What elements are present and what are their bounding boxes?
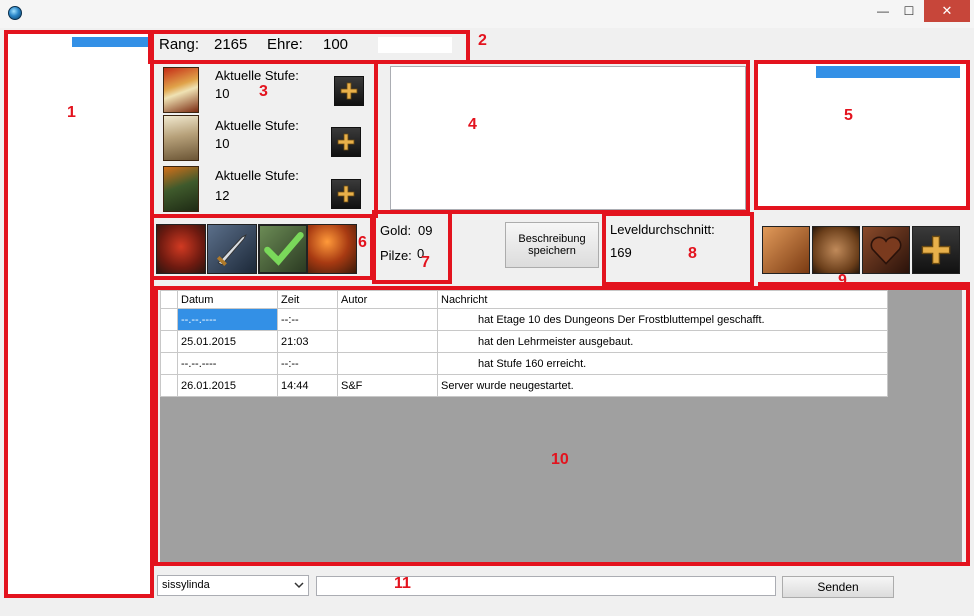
column-header-nachricht-label: Nachricht bbox=[441, 293, 488, 306]
hand-icon[interactable] bbox=[762, 226, 810, 274]
annotation-4: 4 bbox=[468, 116, 477, 133]
table-row[interactable]: --.--.---- --:-- hat Stufe 160 erreicht. bbox=[160, 352, 888, 375]
stufe-plus-button-3[interactable] bbox=[331, 179, 361, 209]
stufe-value-3: 12 bbox=[215, 188, 230, 203]
level-average-value: 169 bbox=[610, 245, 632, 260]
rang-label: Rang: bbox=[159, 36, 200, 53]
column-header-zeit[interactable]: Zeit bbox=[277, 290, 338, 309]
annotation-5: 5 bbox=[844, 107, 853, 124]
description-textarea[interactable] bbox=[390, 66, 746, 210]
table-row[interactable]: --.--.---- --:-- hat Etage 10 des Dungeo… bbox=[160, 308, 888, 331]
annotation-1: 1 bbox=[67, 104, 76, 121]
annotation-11: 11 bbox=[394, 575, 411, 592]
left-list-selected-item[interactable] bbox=[72, 37, 148, 47]
annotation-2: 2 bbox=[478, 32, 487, 49]
pilze-label: Pilze: bbox=[380, 248, 412, 263]
potato-face-icon[interactable] bbox=[812, 226, 860, 274]
table-cell-datum[interactable]: --.--.---- bbox=[177, 352, 278, 375]
column-header-datum[interactable]: Datum bbox=[177, 290, 278, 309]
message-input[interactable] bbox=[316, 576, 776, 596]
user-select[interactable]: sissylinda bbox=[157, 575, 309, 596]
gold-value: 09 bbox=[418, 223, 433, 238]
table-row[interactable]: 25.01.2015 21:03 hat den Lehrmeister aus… bbox=[160, 330, 888, 353]
annotation-10: 10 bbox=[551, 451, 569, 468]
plus-cross-icon bbox=[337, 133, 355, 151]
level-average-label: Leveldurchschnitt: bbox=[610, 222, 715, 237]
maximize-button[interactable]: ☐ bbox=[896, 0, 922, 22]
column-header-autor-label: Autor bbox=[341, 293, 368, 306]
table-cell-zeit[interactable]: 14:44 bbox=[277, 374, 338, 397]
user-select-value: sissylinda bbox=[162, 579, 210, 591]
fire-warrior-portrait-icon bbox=[163, 166, 199, 212]
checkmark-shield-icon[interactable] bbox=[258, 224, 308, 274]
stufe-label-3: Aktuelle Stufe: bbox=[215, 168, 299, 183]
column-header-zeit-label: Zeit bbox=[281, 293, 300, 306]
table-cell-autor[interactable] bbox=[337, 308, 438, 331]
rank-name-field bbox=[378, 37, 452, 53]
table-cell-zeit[interactable]: --:-- bbox=[277, 352, 338, 375]
stufe-label-1: Aktuelle Stufe: bbox=[215, 68, 299, 83]
column-header-autor[interactable]: Autor bbox=[337, 290, 438, 309]
app-globe-icon bbox=[8, 6, 22, 20]
resources-panel bbox=[372, 210, 452, 284]
row-header[interactable] bbox=[160, 352, 178, 375]
annotation-7: 7 bbox=[421, 254, 430, 271]
table-cell-datum[interactable]: --.--.---- bbox=[177, 308, 278, 331]
row-header-corner bbox=[160, 290, 178, 309]
left-list-panel[interactable] bbox=[4, 30, 154, 598]
table-cell-autor[interactable]: S&F bbox=[337, 374, 438, 397]
bald-monster-portrait-icon bbox=[163, 115, 199, 161]
monster-icon[interactable] bbox=[156, 224, 206, 274]
stufe-plus-button-2[interactable] bbox=[331, 127, 361, 157]
close-button[interactable]: ✕ bbox=[924, 0, 970, 22]
heart-icon[interactable] bbox=[862, 226, 910, 274]
rang-value: 2165 bbox=[214, 36, 248, 53]
table-cell-nachricht[interactable]: hat Stufe 160 erreicht. bbox=[437, 352, 888, 375]
sword-icon[interactable] bbox=[207, 224, 257, 274]
table-row[interactable]: 26.01.2015 14:44 S&F Server wurde neuges… bbox=[160, 374, 888, 397]
ehre-value: 100 bbox=[323, 36, 349, 53]
send-button-label: Senden bbox=[817, 580, 859, 594]
save-description-label-1: Beschreibung bbox=[518, 233, 586, 245]
minimize-button[interactable]: — bbox=[872, 0, 894, 22]
annotation-8: 8 bbox=[688, 245, 697, 262]
annotation-6: 6 bbox=[358, 234, 367, 251]
torch-icon[interactable] bbox=[307, 224, 357, 274]
table-cell-nachricht[interactable]: Server wurde neugestartet. bbox=[437, 374, 888, 397]
right-list-panel[interactable] bbox=[754, 60, 970, 210]
stufe-plus-button-1[interactable] bbox=[334, 76, 364, 106]
save-description-button[interactable]: Beschreibung speichern bbox=[505, 222, 599, 268]
grid-header-row: Datum Zeit Autor Nachricht bbox=[160, 290, 888, 309]
gold-label: Gold: bbox=[380, 223, 412, 238]
row-header[interactable] bbox=[160, 374, 178, 397]
red-warrior-portrait-icon bbox=[163, 67, 199, 113]
plus-cross-icon bbox=[337, 185, 355, 203]
row-header[interactable] bbox=[160, 308, 178, 331]
stufe-value-2: 10 bbox=[215, 136, 230, 151]
plus-cross-icon bbox=[340, 82, 358, 100]
column-header-datum-label: Datum bbox=[181, 293, 214, 306]
row-header[interactable] bbox=[160, 330, 178, 353]
stufe-label-2: Aktuelle Stufe: bbox=[215, 118, 299, 133]
table-cell-zeit[interactable]: 21:03 bbox=[277, 330, 338, 353]
table-cell-zeit[interactable]: --:-- bbox=[277, 308, 338, 331]
send-button[interactable]: Senden bbox=[782, 576, 894, 598]
chevron-down-icon bbox=[294, 582, 304, 589]
table-cell-datum[interactable]: 25.01.2015 bbox=[177, 330, 278, 353]
right-list-selected-item[interactable] bbox=[816, 66, 960, 78]
table-cell-autor[interactable] bbox=[337, 330, 438, 353]
table-cell-datum[interactable]: 26.01.2015 bbox=[177, 374, 278, 397]
save-description-label-2: speichern bbox=[528, 245, 576, 257]
table-cell-nachricht[interactable]: hat Etage 10 des Dungeons Der Frostblutt… bbox=[437, 308, 888, 331]
table-cell-autor[interactable] bbox=[337, 352, 438, 375]
stufe-value-1: 10 bbox=[215, 86, 230, 101]
column-header-nachricht[interactable]: Nachricht bbox=[437, 290, 888, 309]
news-grid[interactable]: Datum Zeit Autor Nachricht --.--.---- --… bbox=[160, 290, 888, 397]
plus-cross-icon[interactable] bbox=[912, 226, 960, 274]
annotation-3: 3 bbox=[259, 83, 268, 100]
table-cell-nachricht[interactable]: hat den Lehrmeister ausgebaut. bbox=[437, 330, 888, 353]
title-bar: — ☐ ✕ bbox=[0, 0, 974, 28]
ehre-label: Ehre: bbox=[267, 36, 303, 53]
